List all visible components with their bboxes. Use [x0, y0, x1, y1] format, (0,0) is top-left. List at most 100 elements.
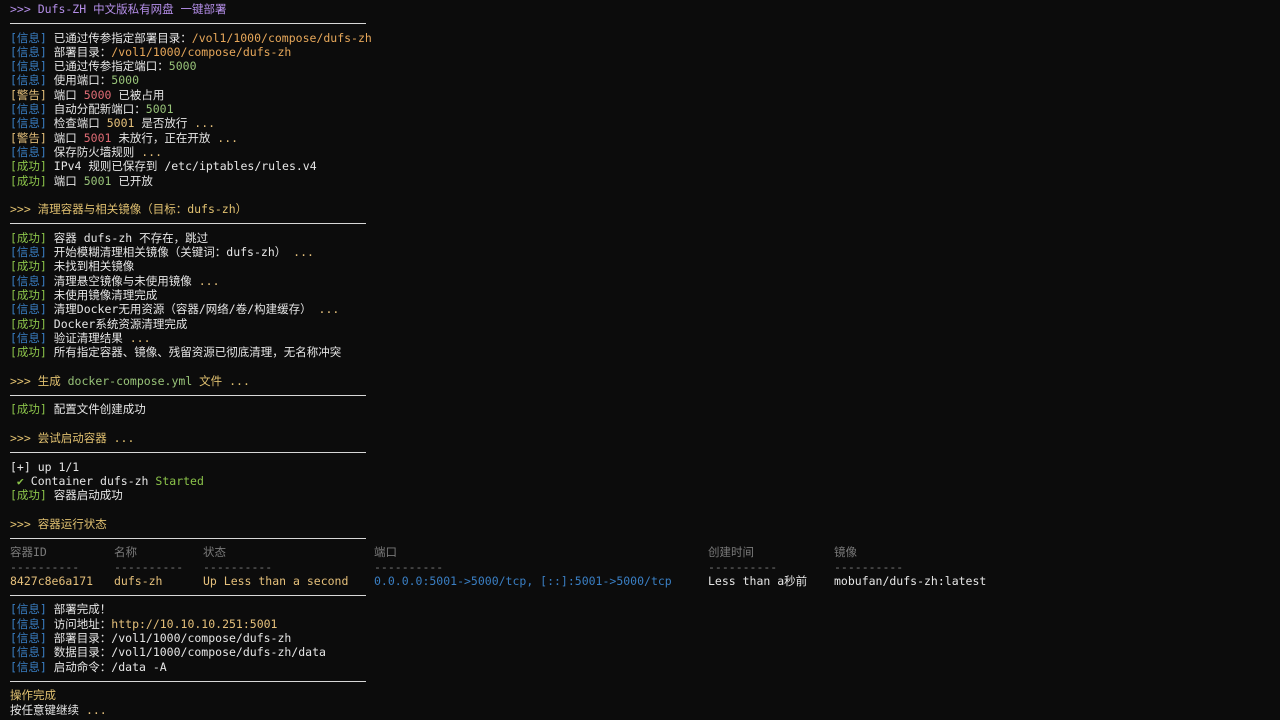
log-value: 5001 [145, 102, 174, 117]
summary-value: /data -A [111, 659, 167, 674]
divider [10, 216, 1270, 230]
log-value: 5000 [111, 73, 139, 88]
section-header-start: >>> 尝试启动容器 ... [10, 430, 135, 445]
log-tag-info: [信息] [10, 631, 47, 646]
container-created: Less than a秒前 [708, 573, 808, 588]
divider [10, 588, 1270, 602]
press-any-key-prompt[interactable]: 按任意键继续 ... [10, 703, 1270, 717]
col-container-id: 容器ID [10, 545, 47, 560]
log-line: [成功] 所有指定容器、镜像、残留资源已彻底清理，无名称冲突 [10, 345, 342, 360]
log-value: /vol1/1000/compose/dufs-zh [111, 44, 292, 59]
log-tag-ok: [成功] [10, 230, 47, 245]
log-tag-ok: [成功] [10, 287, 47, 302]
log-tag-info: [信息] [10, 144, 47, 159]
checkmark-icon: ✔ [10, 473, 24, 488]
log-line: [信息] 清理Docker无用资源（容器/网络/卷/构建缓存） ... [10, 302, 340, 317]
section-header-cleanup: >>> 清理容器与相关镜像（目标：dufs-zh） [10, 202, 248, 217]
log-value: 5001 [83, 173, 112, 188]
status-table-separator: ---------- ---------- ---------- -------… [10, 559, 904, 574]
log-cleanup-lines: [成功] 容器 dufs-zh 不存在，跳过 [信息] 开始模糊清理相关镜像（关键… [10, 231, 1270, 360]
container-image: mobufan/dufs-zh:latest [834, 573, 987, 588]
container-name: dufs-zh [114, 573, 163, 588]
log-line: [信息] 使用端口：5000 [10, 73, 139, 88]
log-tag-ok: [成功] [10, 259, 47, 274]
log-line: [成功] IPv4 规则已保存到 /etc/iptables/rules.v4 [10, 159, 317, 174]
log-line: [信息] 检查端口 5001 是否放行 ... [10, 116, 216, 131]
log-line: [警告] 端口 5001 未放行，正在开放 ... [10, 130, 239, 145]
log-value: 5000 [168, 59, 197, 74]
divider [10, 531, 1270, 545]
log-line: [信息] 开始模糊清理相关镜像（关键词：dufs-zh） ... [10, 245, 314, 260]
summary-value: http://10.10.10.251:5001 [111, 616, 278, 631]
log-line: [信息] 部署目录：/vol1/1000/compose/dufs-zh [10, 44, 292, 59]
log-line: [成功] 端口 5001 已开放 [10, 173, 153, 188]
summary-line: [信息] 启动命令：/data -A [10, 659, 167, 674]
log-value: /vol1/1000/compose/dufs-zh [191, 30, 372, 45]
summary-line: [信息] 部署目录：/vol1/1000/compose/dufs-zh [10, 631, 292, 646]
col-image: 镜像 [834, 545, 857, 560]
log-tag-info: [信息] [10, 645, 47, 660]
log-line: [信息] 已通过传参指定端口：5000 [10, 59, 197, 74]
log-line: [成功] 未找到相关镜像 [10, 259, 135, 274]
container-started-line: ✔ Container dufs-zh Started [10, 473, 204, 488]
log-tag-info: [信息] [10, 102, 47, 117]
container-status: Up Less than a second [203, 573, 349, 588]
col-status: 状态 [203, 545, 226, 560]
divider [10, 445, 1270, 459]
col-name: 名称 [114, 545, 137, 560]
compose-up-line: [+] up 1/1 [10, 459, 80, 474]
summary-line: [信息] 数据目录：/vol1/1000/compose/dufs-zh/dat… [10, 645, 326, 660]
log-line: [信息] 自动分配新端口：5001 [10, 102, 174, 117]
status-table-header: 容器ID 名称 状态 端口 创建时间 镜像 [10, 545, 1270, 559]
log-tag-ok: [成功] [10, 316, 47, 331]
summary-line: [信息] 访问地址：http://10.10.10.251:5001 [10, 616, 278, 631]
summary-value: /vol1/1000/compose/dufs-zh [111, 631, 292, 646]
summary-value: /vol1/1000/compose/dufs-zh/data [111, 645, 326, 660]
log-tag-info: [信息] [10, 30, 47, 45]
log-tag-info: [信息] [10, 330, 47, 345]
log-line: [信息] 已通过传参指定部署目录：/vol1/1000/compose/dufs… [10, 30, 372, 45]
log-tag-warn: [警告] [10, 130, 47, 145]
log-line: [成功] 配置文件创建成功 [10, 402, 146, 417]
log-tag-info: [信息] [10, 73, 47, 88]
log-value: 5000 [83, 87, 112, 102]
divider [10, 16, 1270, 30]
log-tag-info: [信息] [10, 116, 47, 131]
section-header-deploy: >>> Dufs-ZH 中文版私有网盘 一键部署 [10, 2, 227, 16]
section-header-status: >>> 容器运行状态 [10, 516, 107, 531]
log-line: [信息] 保存防火墙规则 ... [10, 144, 162, 159]
log-tag-info: [信息] [10, 302, 47, 317]
log-value: 5001 [106, 116, 135, 131]
summary-line: [信息] 部署完成！ [10, 602, 112, 617]
container-ports: 0.0.0.0:5001->5000/tcp, [::]:5001->5000/… [374, 573, 672, 588]
col-ports: 端口 [374, 545, 397, 560]
log-tag-info: [信息] [10, 616, 47, 631]
terminal-window[interactable]: >>> Dufs-ZH 中文版私有网盘 一键部署 [信息] 已通过传参指定部署目… [0, 0, 1280, 720]
started-status: Started [155, 473, 204, 488]
log-deploy-lines: [信息] 已通过传参指定部署目录：/vol1/1000/compose/dufs… [10, 31, 1270, 188]
section-header-compose: >>> 生成 docker-compose.yml 文件 ... [10, 373, 250, 388]
divider [10, 674, 1270, 688]
log-line: [成功] 未使用镜像清理完成 [10, 287, 158, 302]
log-tag-ok: [成功] [10, 345, 47, 360]
log-value: 5001 [83, 130, 112, 145]
deploy-summary: [信息] 部署完成！ [信息] 访问地址：http://10.10.10.251:… [10, 602, 1270, 673]
compose-filename: docker-compose.yml [67, 373, 193, 388]
log-tag-info: [信息] [10, 59, 47, 74]
divider [10, 388, 1270, 402]
log-line: [警告] 端口 5000 已被占用 [10, 87, 165, 102]
table-row: 8427c8e6a171 dufs-zh Up Less than a seco… [10, 574, 1270, 588]
log-tag-info: [信息] [10, 245, 47, 260]
operation-complete: 操作完成 [10, 688, 56, 703]
log-line: [成功] Docker系统资源清理完成 [10, 316, 188, 331]
log-line: [成功] 容器 dufs-zh 不存在，跳过 [10, 230, 209, 245]
log-tag-ok: [成功] [10, 159, 47, 174]
log-tag-info: [信息] [10, 44, 47, 59]
log-line: [信息] 验证清理结果 ... [10, 330, 151, 345]
log-line: [成功] 容器启动成功 [10, 488, 123, 503]
log-tag-info: [信息] [10, 602, 47, 617]
log-tag-warn: [警告] [10, 87, 47, 102]
log-tag-ok: [成功] [10, 173, 47, 188]
log-tag-info: [信息] [10, 659, 47, 674]
container-id: 8427c8e6a171 [10, 573, 94, 588]
